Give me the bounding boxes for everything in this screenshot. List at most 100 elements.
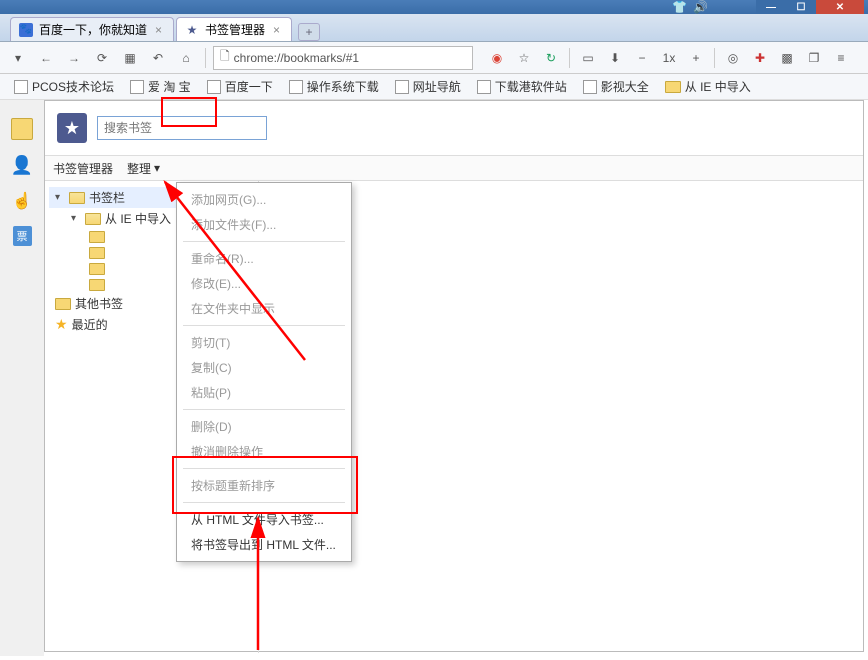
separator [714,48,715,68]
dropdown-icon[interactable]: ▾ [6,46,30,70]
left-sidebar-strip: 👤 ☝ 票 [0,100,44,656]
organize-dropdown-button[interactable]: 整理 ▾ [127,160,160,177]
bookmark-label: 爱 淘 宝 [148,78,191,95]
grid-icon[interactable]: ▦ [118,46,142,70]
user-icon[interactable]: 👤 [11,154,33,176]
forward-button[interactable]: → [62,46,86,70]
star-icon: ★ [55,316,68,333]
menu-show-in-folder[interactable]: 在文件夹中显示 [177,296,351,321]
reload-button[interactable]: ⟳ [90,46,114,70]
close-button[interactable]: ✕ [816,0,864,14]
tab-bookmark-manager[interactable]: ★ 书签管理器 × [176,17,292,41]
close-icon[interactable]: × [273,23,285,35]
target-icon[interactable]: ◎ [721,46,745,70]
list-item[interactable]: 宝 [263,210,859,233]
bookmark-item[interactable]: 下载港软件站 [471,76,573,97]
window-icon[interactable]: ❐ [802,46,826,70]
url-input[interactable] [234,51,466,65]
page-icon [130,80,144,94]
star-outline-icon[interactable]: ☆ [512,46,536,70]
menu-add-folder[interactable]: 添加文件夹(F)... [177,212,351,237]
close-icon[interactable]: × [155,23,167,35]
zoom-out-button[interactable]: − [630,46,654,70]
menu-cut[interactable]: 剪切(T) [177,330,351,355]
list-item[interactable]: 系统下载 [263,256,859,279]
bookmark-item[interactable]: 百度一下 [201,76,279,97]
folder-icon [89,279,105,291]
bookmark-item[interactable]: PCOS技术论坛 [8,76,120,97]
browser-toolbar: ▾ ← → ⟳ ▦ ↶ ⌂ 🗋 ◉ ☆ ↻ ▭ ⬇ − 1x + ◎ ✚ ▩ ❐… [0,42,868,74]
chevron-down-icon: ▾ [154,161,160,175]
book-icon[interactable]: ▭ [576,46,600,70]
tree-label: 从 IE 中导入 [105,210,171,227]
hand-icon[interactable]: ☝ [11,190,33,212]
disclosure-icon[interactable]: ▾ [55,192,65,203]
menu-rename[interactable]: 重命名(R)... [177,246,351,271]
menu-sort-by-title[interactable]: 按标题重新排序 [177,473,351,498]
menu-separator [183,409,345,410]
list-item[interactable]: 导航 [263,279,859,302]
list-item[interactable]: 中导入 [263,348,859,371]
zoom-in-button[interactable]: + [684,46,708,70]
ticket-button[interactable]: 票 [13,226,32,246]
undo-icon[interactable]: ↶ [146,46,170,70]
list-item[interactable]: 港软件站 [263,302,859,325]
download-icon[interactable]: ⬇ [603,46,627,70]
menu-copy[interactable]: 复制(C) [177,355,351,380]
folder-icon [89,247,105,259]
bookmarks-bar: PCOS技术论坛 爱 淘 宝 百度一下 操作系统下载 网址导航 下载港软件站 影… [0,74,868,100]
list-item[interactable]: 一下 [263,233,859,256]
minimize-button[interactable]: — [756,0,786,14]
bookmark-label: 从 IE 中导入 [685,78,751,95]
menu-icon[interactable]: ≡ [829,46,853,70]
tab-label: 百度一下，你就知道 [39,21,147,38]
menu-paste[interactable]: 粘贴(P) [177,380,351,405]
window-controls: — ☐ ✕ [756,0,864,14]
separator [205,48,206,68]
menu-add-page[interactable]: 添加网页(G)... [177,187,351,212]
medkit-icon[interactable]: ✚ [748,46,772,70]
search-input[interactable] [97,116,267,140]
bookmark-folder[interactable]: 从 IE 中导入 [659,76,757,97]
page-icon [207,80,221,94]
bookmark-item[interactable]: 操作系统下载 [283,76,385,97]
search-row: ★ [45,101,863,155]
tab-strip: 🐾 百度一下，你就知道 × ★ 书签管理器 × + [0,14,868,42]
maximize-button[interactable]: ☐ [786,0,816,14]
bookmark-label: 百度一下 [225,78,273,95]
checker-icon[interactable]: ▩ [775,46,799,70]
disclosure-icon[interactable]: ▾ [71,213,81,224]
home-button[interactable]: ⌂ [174,46,198,70]
tshirt-icon[interactable]: 👕 [672,0,687,14]
refresh-icon[interactable]: ↻ [539,46,563,70]
menu-separator [183,241,345,242]
back-button[interactable]: ← [34,46,58,70]
list-item[interactable]: 大全 [263,325,859,348]
menu-edit[interactable]: 修改(E)... [177,271,351,296]
titlebar-icons: 👕 🔊 [672,0,708,14]
page-icon [395,80,409,94]
separator [569,48,570,68]
menu-separator [183,468,345,469]
zoom-level[interactable]: 1x [657,46,681,70]
bookmark-label: PCOS技术论坛 [32,78,114,95]
page-icon: 🗋 [220,47,230,68]
bookmark-label: 下载港软件站 [495,78,567,95]
address-bar[interactable]: 🗋 [213,46,473,70]
bookmark-item[interactable]: 爱 淘 宝 [124,76,197,97]
tab-baidu[interactable]: 🐾 百度一下，你就知道 × [10,17,174,41]
menu-delete[interactable]: 删除(D) [177,414,351,439]
paw-icon: 🐾 [19,23,33,37]
paw-app-icon[interactable] [11,118,33,140]
new-tab-button[interactable]: + [298,23,320,41]
chrome-icon[interactable]: ◉ [485,46,509,70]
bookmark-item[interactable]: 影视大全 [577,76,655,97]
menu-export-html[interactable]: 将书签导出到 HTML 文件... [177,532,351,557]
menu-undo-delete[interactable]: 撤消删除操作 [177,439,351,464]
menu-import-html[interactable]: 从 HTML 文件导入书签... [177,507,351,532]
bookmark-item[interactable]: 网址导航 [389,76,467,97]
folder-open-icon [69,192,85,204]
organize-dropdown-menu: 添加网页(G)... 添加文件夹(F)... 重命名(R)... 修改(E)..… [176,182,352,562]
speaker-icon[interactable]: 🔊 [693,0,708,14]
list-item[interactable]: 技术论坛 [263,187,859,210]
